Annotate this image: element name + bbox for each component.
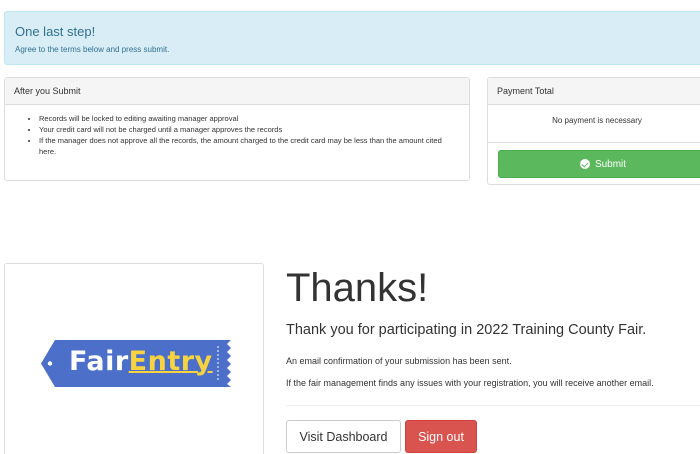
submit-label: Submit [594,158,627,170]
after-submit-heading: After you Submit [5,78,469,105]
list-item: Your credit card will not be charged unt… [39,124,459,135]
page-title: Thanks! [286,266,429,310]
fairentry-logo-text: FairEntry [69,346,213,377]
fairentry-logo-box: FairEntry [4,263,264,454]
list-item: If the manager does not approve all the … [39,135,459,157]
info-alert: One last step! Agree to the terms below … [4,11,700,65]
alert-title: One last step! [15,24,96,39]
divider [286,405,700,406]
logo-entry: Entry [128,346,213,377]
payment-total-panel: Payment Total No payment is necessary Su… [487,77,700,185]
after-submit-list: Records will be locked to editing awaiti… [5,105,469,157]
logo-fair: Fair [69,346,129,377]
after-submit-panel: After you Submit Records will be locked … [4,77,470,181]
alert-text: Agree to the terms below and press submi… [15,45,170,54]
submit-button[interactable]: Submit [498,150,700,178]
issues-text: If the fair management finds any issues … [286,378,654,388]
payment-note: No payment is necessary [488,105,700,143]
confirmation-text: An email confirmation of your submission… [286,356,512,366]
payment-total-heading: Payment Total [488,78,700,105]
check-circle-icon [579,159,590,169]
sign-out-button[interactable]: Sign out [405,420,477,453]
visit-dashboard-button[interactable]: Visit Dashboard [286,420,401,453]
list-item: Records will be locked to editing awaiti… [39,113,459,124]
thanks-lead: Thank you for participating in 2022 Trai… [286,322,647,338]
